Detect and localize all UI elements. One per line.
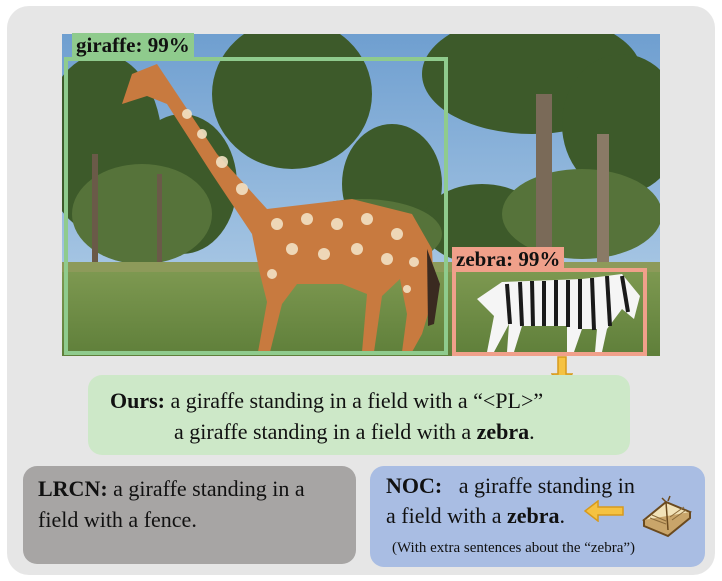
ours-line-2-text: a giraffe standing in a field with a <box>174 419 472 444</box>
ours-line-1-text: a giraffe standing in a field with a “<P… <box>170 388 544 413</box>
lrcn-line-2: field with a fence. <box>38 507 197 532</box>
giraffe-detection-label: giraffe: 99% <box>72 33 194 57</box>
noc-line-2-text: a field with a <box>386 503 502 528</box>
noc-line-2: a field with a zebra. <box>386 503 565 529</box>
noc-label: NOC: <box>386 473 443 498</box>
lrcn-line-1: LRCN: a giraffe standing in a <box>38 476 305 502</box>
lrcn-label: LRCN: <box>38 476 108 501</box>
zebra-bounding-box <box>452 268 647 356</box>
noc-line-2-end: . <box>559 503 566 528</box>
ours-line-1: Ours: a giraffe standing in a field with… <box>110 388 543 414</box>
noc-note: (With extra sentences about the “zebra”) <box>392 540 636 556</box>
ours-line-2-end: . <box>529 419 535 444</box>
left-arrow-icon <box>584 500 624 522</box>
book-icon <box>642 495 692 538</box>
ours-label: Ours: <box>110 388 165 413</box>
ours-caption-box: Ours: a giraffe standing in a field with… <box>88 375 630 455</box>
ours-line-2: a giraffe standing in a field with a zeb… <box>174 419 535 445</box>
noc-line-1: NOC: a giraffe standing in <box>386 473 635 499</box>
zebra-detection-label: zebra: 99% <box>452 247 565 271</box>
noc-line-1-text: a giraffe standing in <box>458 473 635 498</box>
lrcn-line-1-text: a giraffe standing in a <box>113 476 305 501</box>
ours-line-2-bold: zebra <box>476 419 530 444</box>
giraffe-bounding-box <box>64 57 448 355</box>
lrcn-caption-box: LRCN: a giraffe standing in a field with… <box>23 466 356 564</box>
noc-line-2-bold: zebra <box>506 503 560 528</box>
